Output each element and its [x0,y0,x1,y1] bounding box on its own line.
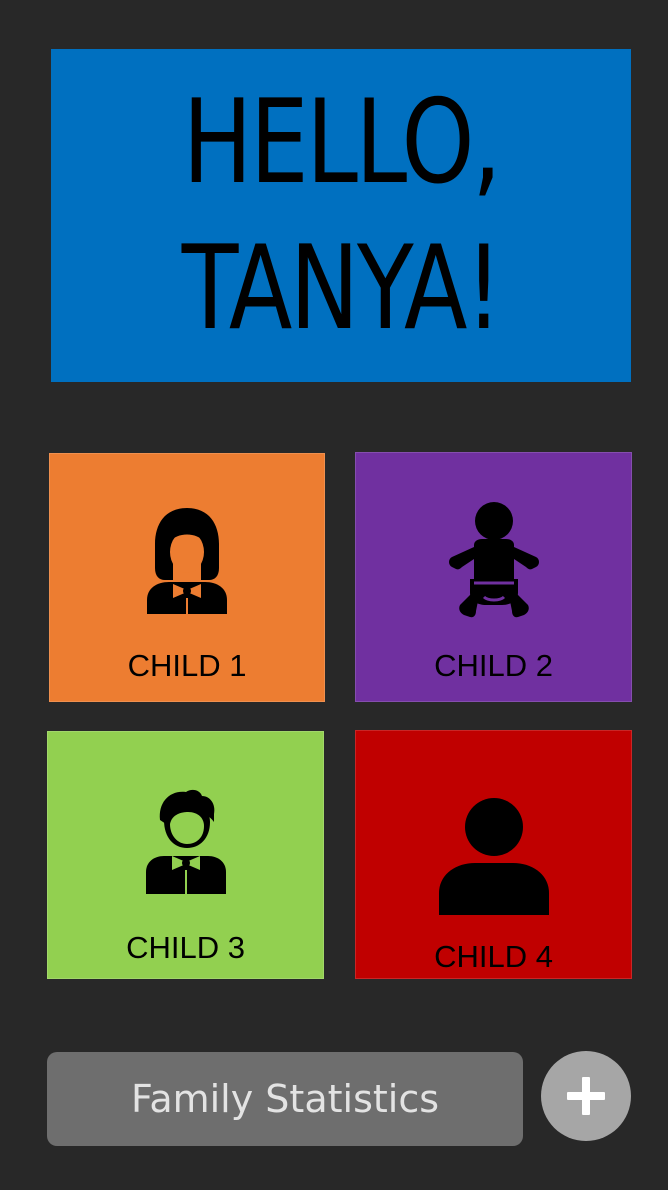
boy-icon [48,786,323,894]
child-2-label: CHILD 2 [434,648,553,683]
greeting-line-2: TANYA! [181,220,503,356]
greeting-banner: HELLO, TANYA! [51,49,631,382]
baby-icon [356,501,631,621]
plus-icon [567,1077,605,1115]
person-icon [356,797,631,915]
child-tile-1[interactable]: CHILD 1 [49,453,325,702]
child-tile-2[interactable]: CHILD 2 [355,452,632,702]
greeting-line-1: HELLO, [182,74,502,210]
child-tile-4[interactable]: CHILD 4 [355,730,632,979]
girl-icon [50,506,324,614]
add-child-button[interactable] [541,1051,631,1141]
family-statistics-button[interactable]: Family Statistics [47,1052,523,1146]
child-4-label: CHILD 4 [434,939,553,974]
child-tile-3[interactable]: CHILD 3 [47,731,324,979]
child-1-label: CHILD 1 [127,648,247,683]
child-3-label: CHILD 3 [126,930,245,965]
